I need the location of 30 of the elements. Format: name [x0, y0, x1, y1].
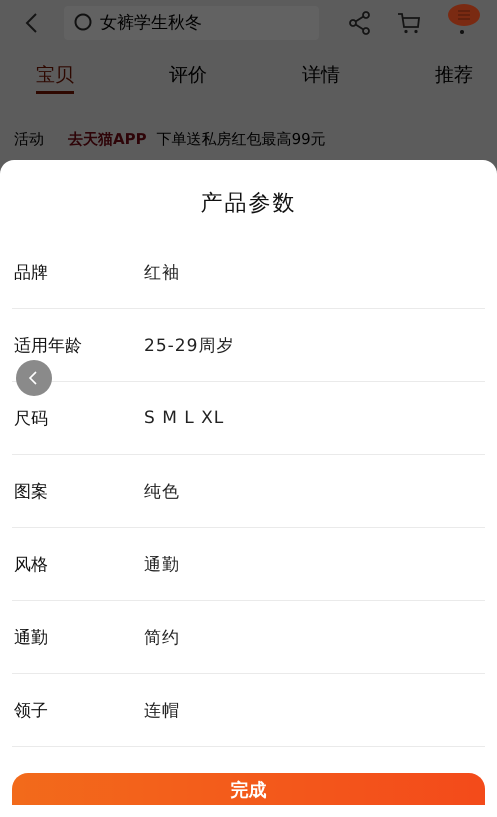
menu-icon[interactable] — [447, 4, 481, 34]
sheet-title: 产品参数 — [200, 190, 298, 218]
promo-link[interactable]: 去天猫APP — [68, 130, 147, 149]
param-value: 纯色 — [144, 480, 180, 502]
param-name: 尺码 — [13, 408, 49, 430]
tab[interactable]: 宝贝 — [36, 58, 74, 94]
tab[interactable]: 推荐 — [435, 58, 473, 94]
done-button[interactable]: 完成 — [12, 773, 485, 805]
param-name: 品牌 — [13, 262, 49, 284]
param-value: 连帽 — [144, 700, 180, 722]
param-name: 适用年龄 — [13, 334, 83, 356]
param-name: 风格 — [13, 554, 49, 576]
param-value: 红袖 — [144, 262, 180, 284]
param-name: 通勤 — [13, 626, 49, 648]
tab[interactable]: 评价 — [169, 58, 207, 94]
search-icon — [74, 13, 94, 33]
search-field[interactable]: 女裤学生秋冬 — [64, 6, 319, 40]
promo-text: 下单送私房红包最高99元 — [156, 130, 326, 149]
back-icon[interactable] — [24, 12, 38, 34]
param-name: 图案 — [13, 480, 49, 502]
promo-label: 活动 — [14, 130, 44, 149]
param-value: 25-29周岁 — [144, 334, 234, 356]
param-value: S M L XL — [144, 408, 224, 428]
back-float-icon[interactable] — [16, 360, 52, 396]
param-name: 领子 — [13, 700, 49, 722]
cart-icon[interactable] — [397, 11, 421, 35]
tab[interactable]: 详情 — [302, 58, 340, 94]
param-value: 简约 — [144, 626, 180, 648]
share-icon[interactable] — [349, 11, 371, 35]
param-value: 通勤 — [144, 554, 180, 576]
